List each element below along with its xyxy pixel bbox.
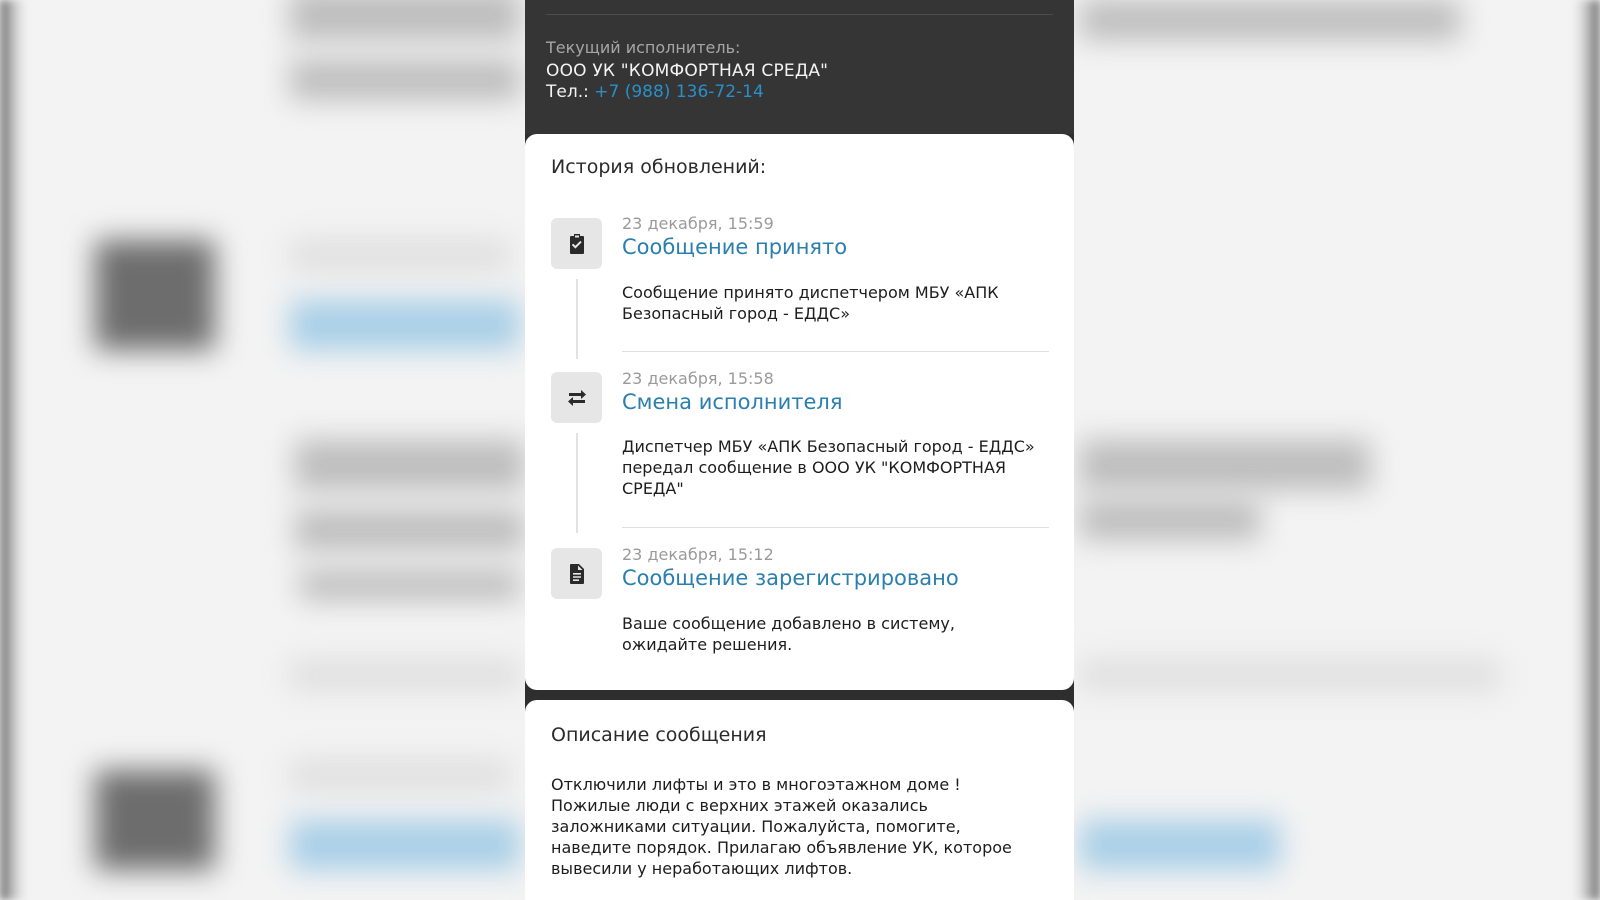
event-title: Сообщение зарегистрировано	[622, 566, 959, 590]
message-description-card: Описание сообщения Отключили лифты и это…	[525, 700, 1074, 900]
event-date: 23 декабря, 15:58	[622, 369, 774, 388]
blurred-text-block	[290, 60, 520, 100]
executor-phone-row: Тел.: +7 (988) 136-72-14	[546, 82, 764, 102]
event-description: Ваше сообщение добавлено в систему, ожид…	[622, 614, 955, 654]
background-edge-left	[0, 0, 26, 900]
executor-label: Текущий исполнитель:	[546, 38, 741, 57]
event-title: Сообщение принято	[622, 235, 848, 259]
update-history-card: История обновлений: 23 декабря, 15:59 Со…	[525, 134, 1074, 690]
event-title: Смена исполнителя	[622, 390, 843, 414]
blurred-text-block	[290, 0, 520, 40]
event-date: 23 декабря, 15:12	[622, 545, 774, 564]
divider	[546, 14, 1053, 15]
event-separator	[622, 351, 1049, 352]
blurred-text-block	[1080, 660, 1500, 690]
timeline-connector	[576, 433, 578, 533]
current-executor-panel: Текущий исполнитель: ООО УК "КОМФОРТНАЯ …	[525, 0, 1074, 134]
event-description: Диспетчер МБУ «АПК Безопасный город - ЕД…	[622, 437, 1035, 498]
blurred-text-block	[295, 510, 525, 550]
blurred-avatar	[95, 770, 215, 870]
event-description: Сообщение принято диспетчером МБУ «АПК Б…	[622, 283, 999, 323]
phone-prefix: Тел.:	[546, 82, 589, 102]
clipboard-check-icon	[551, 218, 602, 269]
blurred-text-block	[290, 760, 510, 790]
blurred-button	[290, 820, 520, 870]
message-description-text: Отключили лифты и это в многоэтажном дом…	[551, 775, 1012, 878]
blurred-text-block	[295, 440, 525, 490]
blurred-text-block	[1080, 440, 1370, 490]
swap-arrows-icon	[551, 372, 602, 423]
blurred-button	[290, 300, 520, 350]
blurred-text-block	[1080, 500, 1260, 540]
message-detail-screen: Текущий исполнитель: ООО УК "КОМФОРТНАЯ …	[525, 0, 1074, 900]
event-separator	[622, 527, 1049, 528]
history-title: История обновлений:	[551, 156, 767, 178]
blurred-text-block	[290, 660, 520, 690]
timeline-connector	[576, 279, 578, 359]
background-edge-right	[1574, 0, 1600, 900]
blurred-button	[1080, 820, 1280, 870]
blurred-avatar	[95, 240, 215, 350]
document-icon	[551, 548, 602, 599]
blurred-text-block	[1080, 0, 1460, 40]
event-date: 23 декабря, 15:59	[622, 214, 774, 233]
blurred-text-block	[300, 570, 520, 600]
executor-phone-link[interactable]: +7 (988) 136-72-14	[594, 82, 764, 102]
message-description-title: Описание сообщения	[551, 724, 767, 746]
executor-name: ООО УК "КОМФОРТНАЯ СРЕДА"	[546, 61, 829, 81]
blurred-text-block	[290, 240, 510, 270]
